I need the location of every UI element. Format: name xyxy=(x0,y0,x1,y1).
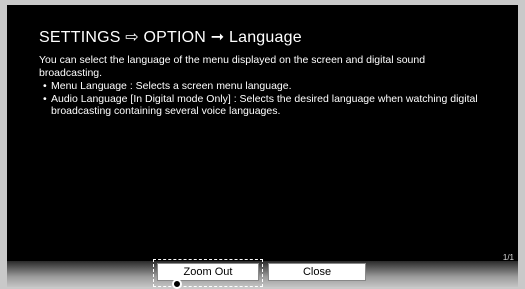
bullet-list: • Menu Language : Selects a screen menu … xyxy=(43,80,489,118)
help-text: You can select the language of the menu … xyxy=(39,54,489,118)
bullet-icon: • xyxy=(43,80,47,92)
description-text: You can select the language of the menu … xyxy=(39,54,426,79)
bottom-bar xyxy=(7,261,518,287)
right-arrow-icon: ➞ xyxy=(210,29,225,46)
help-dialog: SETTINGS ⇨ OPTION ➞ Language You can sel… xyxy=(7,5,518,287)
list-item: • Audio Language [In Digital mode Only] … xyxy=(43,93,489,118)
list-item-text: Audio Language [In Digital mode Only] : … xyxy=(51,92,478,118)
close-button[interactable]: Close xyxy=(268,263,366,281)
zoom-out-button[interactable]: Zoom Out xyxy=(157,263,259,281)
breadcrumb-option: OPTION xyxy=(143,29,207,46)
bullet-icon: • xyxy=(43,92,47,105)
page-title: SETTINGS ⇨ OPTION ➞ Language xyxy=(39,27,302,47)
breadcrumb-language: Language xyxy=(229,29,302,46)
breadcrumb-settings: SETTINGS xyxy=(39,29,121,46)
list-item: • Menu Language : Selects a screen menu … xyxy=(43,80,489,93)
cursor-knob-icon xyxy=(172,279,182,289)
list-item-text: Menu Language : Selects a screen menu la… xyxy=(51,80,292,92)
double-arrow-icon: ⇨ xyxy=(125,29,139,46)
